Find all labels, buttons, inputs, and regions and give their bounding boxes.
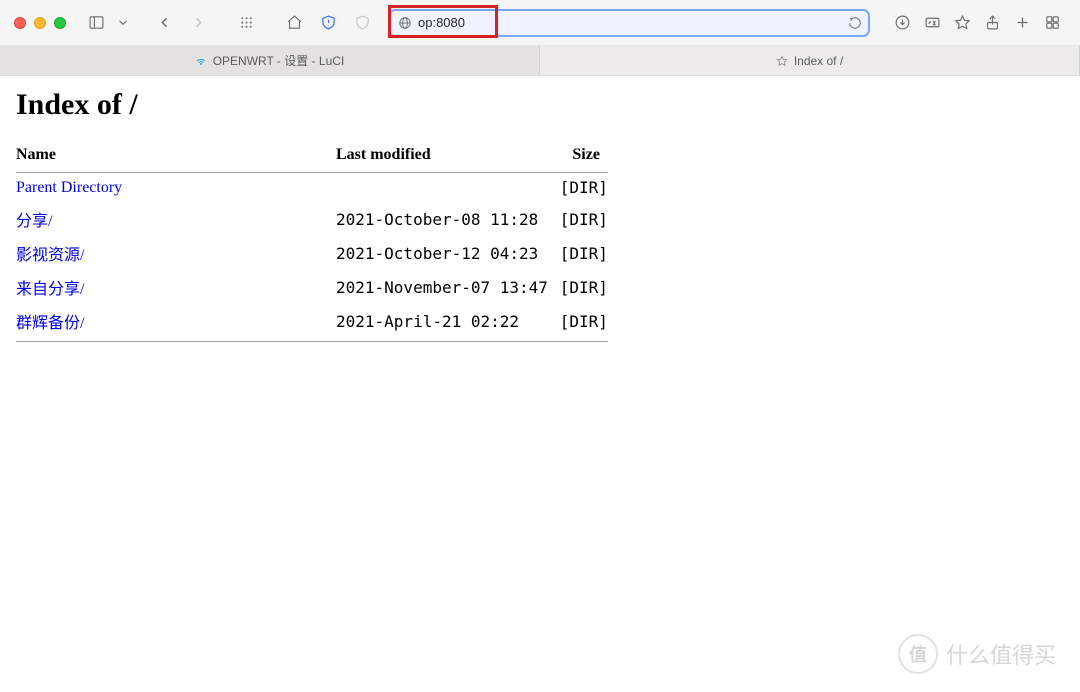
tab-indexof[interactable]: Index of / <box>540 46 1080 75</box>
window-controls <box>14 17 66 29</box>
watermark: 值 什么值得买 <box>898 634 1056 674</box>
downloads-button[interactable] <box>888 11 916 35</box>
star-icon <box>776 55 788 67</box>
wifi-icon <box>195 55 207 67</box>
link-share[interactable]: 分享/ <box>16 213 52 230</box>
mtime-cell: 2021-April-21 02:22 <box>336 304 548 342</box>
size-cell: [DIR] <box>548 173 608 203</box>
bookmark-button[interactable] <box>948 11 976 35</box>
link-synology-backup[interactable]: 群辉备份/ <box>16 315 84 332</box>
nav-back-button[interactable] <box>150 11 178 35</box>
sidebar-menu-chevron[interactable] <box>116 11 130 35</box>
nav-forward-button[interactable] <box>184 11 212 35</box>
col-header-size: Size <box>548 142 608 173</box>
home-button[interactable] <box>280 11 308 35</box>
address-bar[interactable]: op:8080 <box>388 9 870 37</box>
page-heading: Index of / <box>16 88 1064 122</box>
row-parent-directory: Parent Directory [DIR] <box>16 173 608 203</box>
directory-listing: Name Last modified Size Parent Directory… <box>16 142 608 342</box>
size-cell: [DIR] <box>548 270 608 304</box>
shield-icon[interactable] <box>314 11 342 35</box>
page-content: Index of / Name Last modified Size Paren… <box>0 76 1080 358</box>
mtime-cell <box>336 173 548 203</box>
tab-title: Index of / <box>794 54 843 68</box>
size-cell: [DIR] <box>548 202 608 236</box>
row-from-share: 来自分享/ 2021-November-07 13:47 [DIR] <box>16 270 608 304</box>
col-header-mtime: Last modified <box>336 142 548 173</box>
tab-openwrt[interactable]: OPENWRT - 设置 - LuCI <box>0 46 540 75</box>
tab-overview-button[interactable] <box>1038 11 1066 35</box>
link-parent-directory[interactable]: Parent Directory <box>16 179 122 196</box>
sidebar-toggle-button[interactable] <box>82 11 110 35</box>
row-share: 分享/ 2021-October-08 11:28 [DIR] <box>16 202 608 236</box>
window-zoom-button[interactable] <box>54 17 66 29</box>
row-media: 影视资源/ 2021-October-12 04:23 [DIR] <box>16 236 608 270</box>
row-synology-backup: 群辉备份/ 2021-April-21 02:22 [DIR] <box>16 304 608 342</box>
watermark-badge: 值 <box>898 634 938 674</box>
toolbar-right <box>888 11 1066 35</box>
mtime-cell: 2021-October-12 04:23 <box>336 236 548 270</box>
privacy-report-icon[interactable] <box>348 11 376 35</box>
tab-strip: OPENWRT - 设置 - LuCI Index of / <box>0 46 1080 76</box>
browser-toolbar: op:8080 <box>0 0 1080 46</box>
address-bar-text[interactable]: op:8080 <box>418 15 848 30</box>
mtime-cell: 2021-November-07 13:47 <box>336 270 548 304</box>
tab-title: OPENWRT - 设置 - LuCI <box>213 52 345 69</box>
start-page-button[interactable] <box>232 11 260 35</box>
new-tab-button[interactable] <box>1008 11 1036 35</box>
size-cell: [DIR] <box>548 236 608 270</box>
share-button[interactable] <box>978 11 1006 35</box>
window-close-button[interactable] <box>14 17 26 29</box>
link-from-share[interactable]: 来自分享/ <box>16 281 84 298</box>
address-bar-container: op:8080 <box>388 9 870 37</box>
translate-button[interactable] <box>918 11 946 35</box>
col-header-name: Name <box>16 142 336 173</box>
globe-icon <box>398 16 412 30</box>
mtime-cell: 2021-October-08 11:28 <box>336 202 548 236</box>
window-minimize-button[interactable] <box>34 17 46 29</box>
reload-icon[interactable] <box>848 16 862 30</box>
size-cell: [DIR] <box>548 304 608 342</box>
watermark-text: 什么值得买 <box>946 638 1056 670</box>
link-media[interactable]: 影视资源/ <box>16 247 84 264</box>
